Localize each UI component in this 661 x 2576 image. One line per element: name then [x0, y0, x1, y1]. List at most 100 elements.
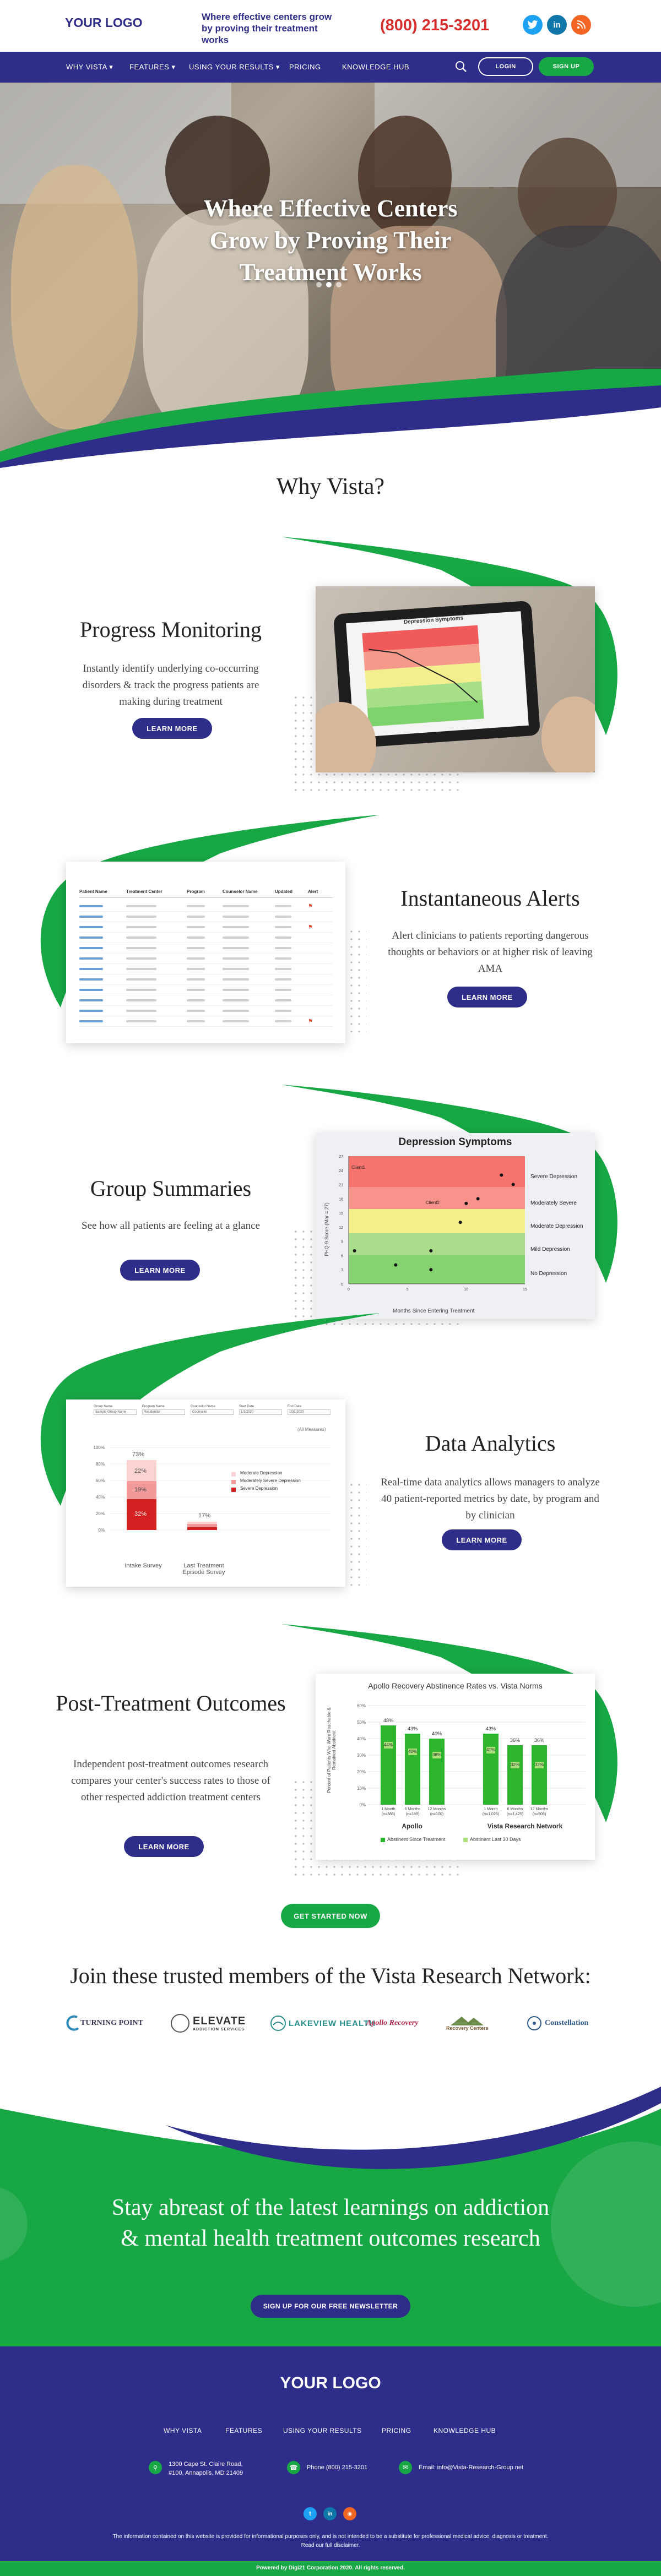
footer-email[interactable]: Email: info@Vista-Research-Group.net [419, 2464, 523, 2471]
bar [532, 1745, 547, 1805]
data-point [353, 1249, 356, 1252]
y-tick-label: 50% [357, 1720, 366, 1725]
tablet-screenshot: Depression Symptoms [316, 586, 595, 772]
table-row[interactable] [79, 912, 333, 922]
y-tick-label: 6 [341, 1254, 343, 1258]
carousel-dots[interactable] [316, 282, 342, 287]
bar-inner-label: 32% [534, 1762, 544, 1767]
partner-name: Apollo Recovery [366, 2019, 419, 2027]
newsletter-signup-button[interactable]: SIGN UP FOR OUR FREE NEWSLETTER [251, 2295, 410, 2318]
footer-nav-pricing[interactable]: PRICING [382, 2427, 411, 2435]
nav-using-results[interactable]: USING YOUR RESULTS ▾ [189, 63, 280, 72]
footer-nav-results[interactable]: USING YOUR RESULTS [283, 2427, 362, 2435]
newsletter-title: Stay abreast of the latest learnings on … [111, 2195, 550, 2251]
partner-logo-turning-point[interactable]: TURNING POINT [66, 2009, 143, 2037]
linkedin-icon[interactable]: in [547, 15, 567, 35]
y-tick-label: 80% [96, 1462, 105, 1467]
nav-knowledge-hub[interactable]: KNOWLEDGE HUB [342, 63, 409, 71]
footer-address: 1300 Cape St. Claire Road, #100, Annapol… [169, 2461, 243, 2476]
elevate-icon [171, 2014, 189, 2033]
table-row[interactable] [79, 943, 333, 954]
filter-field[interactable]: Counselor Name Counselor [191, 1405, 234, 1415]
partner-logo-apollo[interactable]: Apollo Recovery [366, 2009, 418, 2037]
x-tick-label: 10 [464, 1288, 468, 1292]
partner-name: LAKEVIEW HEALTH [289, 2018, 376, 2028]
feature-title-outcomes: Post-Treatment Outcomes [56, 1691, 286, 1715]
partner-name: ELEVATE [193, 2015, 246, 2027]
nav-features[interactable]: FEATURES ▾ [129, 63, 176, 72]
footer-phone[interactable]: Phone (800) 215-3201 [307, 2464, 367, 2471]
y-tick-label: 30% [357, 1753, 366, 1758]
bar-inner-label: 40% [408, 1749, 417, 1754]
learn-more-button[interactable]: LEARN MORE [120, 1260, 200, 1281]
learn-more-button[interactable]: LEARN MORE [124, 1836, 204, 1857]
feature-text-alerts: Alert clinicians to patients reporting d… [388, 930, 593, 974]
legend-item: Moderate Depression [240, 1471, 283, 1475]
table-row[interactable] [79, 964, 333, 974]
footer-nav-features[interactable]: FEATURES [225, 2427, 262, 2435]
band-label: No Depression [530, 1271, 567, 1277]
data-point [476, 1197, 480, 1201]
site-logo[interactable]: YOUR LOGO [65, 15, 143, 30]
twitter-icon[interactable]: t [304, 2507, 317, 2520]
bar [381, 1725, 396, 1805]
twitter-icon[interactable] [523, 15, 543, 35]
point-label: Client2 [426, 1200, 440, 1205]
partner-logo-lakeview[interactable]: LAKEVIEW HEALTH [270, 2009, 376, 2037]
filter-field[interactable]: End Date 1/31/2020 [288, 1405, 330, 1415]
table-header: Updated [275, 889, 292, 894]
learn-more-button[interactable]: LEARN MORE [132, 718, 212, 739]
band-label: Severe Depression [530, 1174, 578, 1180]
bar-label: 36% [534, 1738, 544, 1743]
bar-inner-label: 32% [510, 1762, 519, 1767]
search-icon[interactable] [455, 61, 467, 75]
group-label: Vista Research Network [487, 1822, 563, 1830]
filter-field[interactable]: Group Name Sample Group Name [94, 1405, 137, 1415]
nav-why-vista[interactable]: WHY VISTA ▾ [66, 63, 113, 72]
header-phone[interactable]: (800) 215-3201 [380, 17, 489, 35]
footer-nav-why[interactable]: WHY VISTA [164, 2427, 202, 2435]
table-row[interactable] [79, 933, 333, 943]
partner-logo-constellation[interactable]: Constellation [526, 2009, 588, 2037]
table-header: Program [187, 889, 205, 894]
y-tick-label: 12 [339, 1226, 343, 1230]
footer-nav-knowledge[interactable]: KNOWLEDGE HUB [434, 2427, 496, 2435]
table-row[interactable]: ⚑ [79, 901, 333, 912]
table-row[interactable] [79, 954, 333, 964]
table-header: Treatment Center [126, 889, 162, 894]
phone-icon: ☎ [287, 2461, 300, 2474]
table-row[interactable]: ⚑ [79, 922, 333, 933]
mountain-icon [451, 2017, 484, 2025]
signup-button[interactable]: SIGN UP [539, 57, 594, 76]
filter-field[interactable]: Start Date 1/1/2020 [239, 1405, 282, 1415]
bar-label: 40% [431, 1731, 442, 1736]
filter-field[interactable]: Program Name Residential [142, 1405, 185, 1415]
outcomes-chart: Apollo Recovery Abstinence Rates vs. Vis… [316, 1674, 595, 1860]
table-row[interactable] [79, 1006, 333, 1016]
legend-item: Abstinent Since Treatment [387, 1837, 446, 1842]
table-row[interactable] [79, 985, 333, 995]
x-label: 1 Month (n=386) [381, 1807, 395, 1816]
band-label: Mild Depression [530, 1246, 570, 1252]
flag-icon: ⚑ [308, 903, 313, 910]
nav-pricing[interactable]: PRICING [289, 63, 321, 71]
rss-icon[interactable] [571, 15, 591, 35]
partner-logo-recovery-centers[interactable]: Recovery Centers [446, 2009, 489, 2037]
x-tick-label: 5 [407, 1288, 409, 1292]
table-row[interactable]: ⚑ [79, 1016, 333, 1027]
table-row[interactable] [79, 995, 333, 1006]
x-label: Intake Survey [124, 1562, 162, 1569]
linkedin-icon[interactable]: in [323, 2507, 337, 2520]
learn-more-button[interactable]: LEARN MORE [447, 987, 527, 1007]
legend-item: Severe Depression [240, 1486, 278, 1491]
login-button[interactable]: LOGIN [478, 57, 533, 76]
chart-title: Depression Symptoms [398, 1136, 512, 1148]
partner-name: TURNING POINT [80, 2019, 143, 2027]
partner-logo-elevate[interactable]: ELEVATE ADDICTION SERVICES [171, 2009, 246, 2037]
get-started-button[interactable]: GET STARTED NOW [281, 1904, 380, 1928]
learn-more-button[interactable]: LEARN MORE [442, 1529, 522, 1550]
rss-icon[interactable]: ◉ [343, 2507, 356, 2520]
x-label: 12 Months (n=908) [530, 1807, 549, 1816]
table-row[interactable] [79, 974, 333, 985]
footer-logo[interactable]: YOUR LOGO [0, 2374, 661, 2393]
